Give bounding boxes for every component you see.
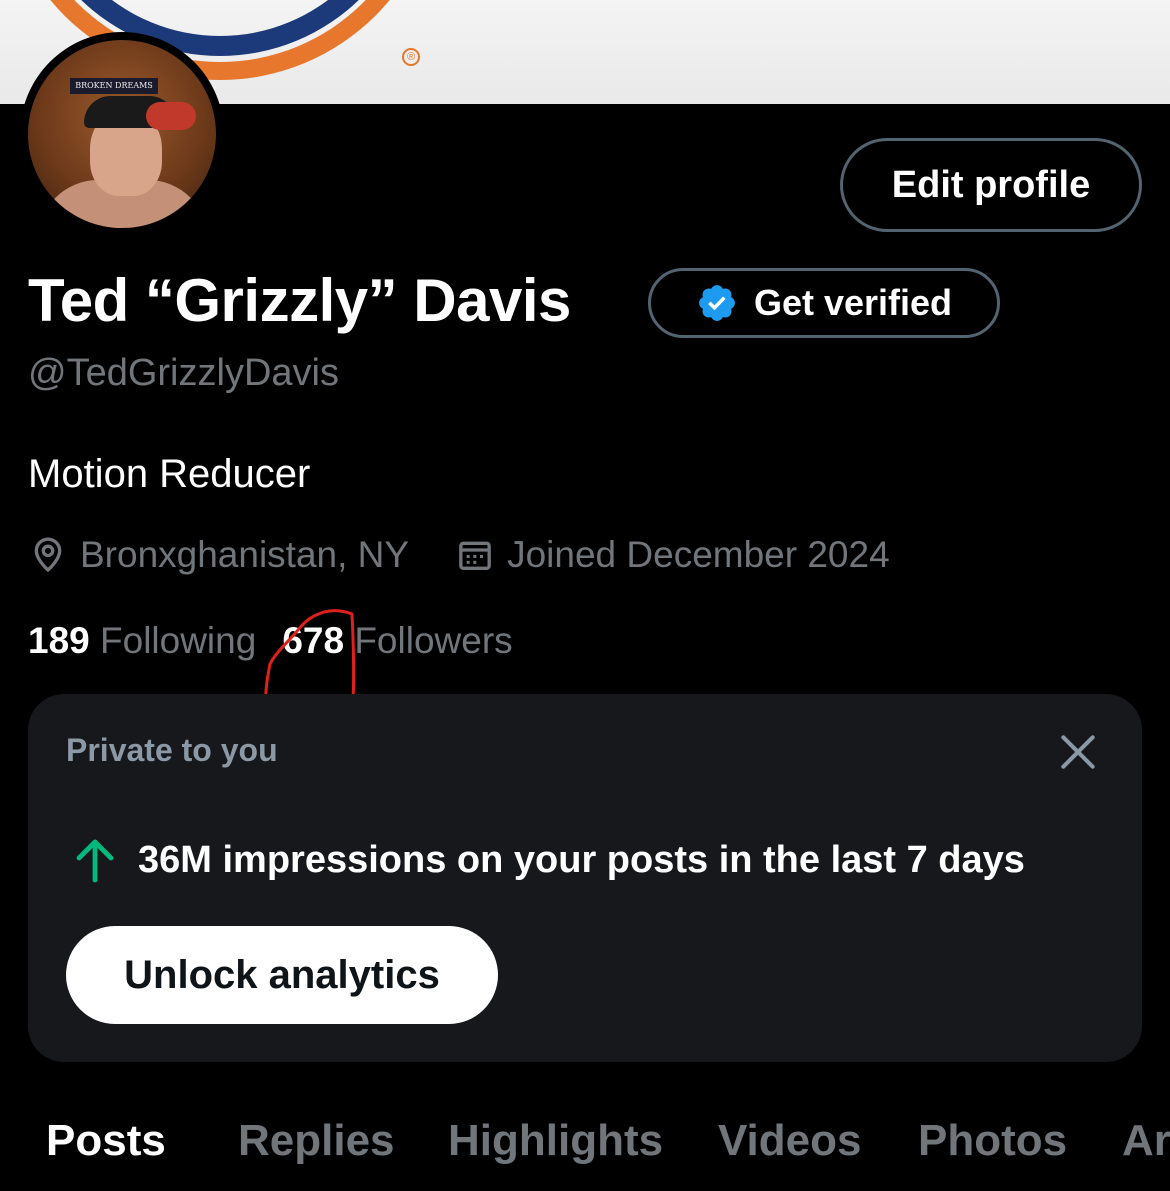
impressions-text: 36M impressions on your posts in the las… bbox=[138, 838, 1025, 881]
followers-link[interactable]: 678 Followers bbox=[282, 620, 512, 661]
calendar-icon bbox=[459, 541, 491, 570]
tab-videos[interactable]: Videos bbox=[718, 1116, 861, 1166]
follow-stats: 189 Following 678 Followers bbox=[28, 620, 513, 662]
location-text: Bronxghanistan, NY bbox=[80, 534, 410, 575]
following-count: 189 bbox=[28, 620, 90, 661]
tab-highlights[interactable]: Highlights bbox=[448, 1116, 663, 1166]
arrow-up-icon bbox=[76, 839, 114, 883]
profile-bio: Motion Reducer bbox=[28, 452, 311, 496]
joined-text: Joined December 2024 bbox=[507, 534, 890, 575]
location-pin-icon bbox=[34, 537, 62, 573]
tab-replies[interactable]: Replies bbox=[238, 1116, 395, 1166]
avatar-cap-brim bbox=[146, 102, 196, 130]
close-icon[interactable] bbox=[1056, 730, 1100, 774]
following-link[interactable]: 189 Following bbox=[28, 620, 256, 661]
followers-label: Followers bbox=[354, 620, 513, 661]
followers-count: 678 bbox=[282, 620, 345, 661]
tab-posts[interactable]: Posts bbox=[46, 1116, 166, 1166]
location-item: Bronxghanistan, NY bbox=[28, 534, 409, 576]
profile-tabs: Posts Replies Highlights Videos Photos A… bbox=[0, 1112, 1170, 1182]
joined-item: Joined December 2024 bbox=[455, 534, 890, 576]
get-verified-button[interactable]: Get verified bbox=[648, 268, 1000, 338]
avatar-sign-text: BROKEN DREAMS bbox=[70, 78, 158, 94]
unlock-analytics-button[interactable]: Unlock analytics bbox=[66, 926, 498, 1024]
profile-name: Ted “Grizzly” Davis bbox=[28, 267, 571, 334]
tab-photos[interactable]: Photos bbox=[918, 1116, 1067, 1166]
get-verified-label: Get verified bbox=[753, 282, 953, 323]
avatar[interactable]: BROKEN DREAMS bbox=[20, 32, 224, 236]
tab-articles[interactable]: Ar bbox=[1122, 1116, 1170, 1166]
impressions-row: 36M impressions on your posts in the las… bbox=[74, 836, 1025, 884]
registered-mark: ® bbox=[402, 48, 420, 66]
following-label: Following bbox=[100, 620, 257, 661]
private-label: Private to you bbox=[66, 732, 278, 768]
profile-meta: Bronxghanistan, NY Joined December 2024 bbox=[28, 534, 936, 576]
verified-badge-icon bbox=[699, 285, 735, 321]
profile-handle: @TedGrizzlyDavis bbox=[28, 352, 339, 394]
analytics-card: Private to you 36M impressions on your p… bbox=[28, 694, 1142, 1062]
edit-profile-button[interactable]: Edit profile bbox=[840, 138, 1142, 232]
avatar-photo: BROKEN DREAMS bbox=[28, 40, 216, 228]
